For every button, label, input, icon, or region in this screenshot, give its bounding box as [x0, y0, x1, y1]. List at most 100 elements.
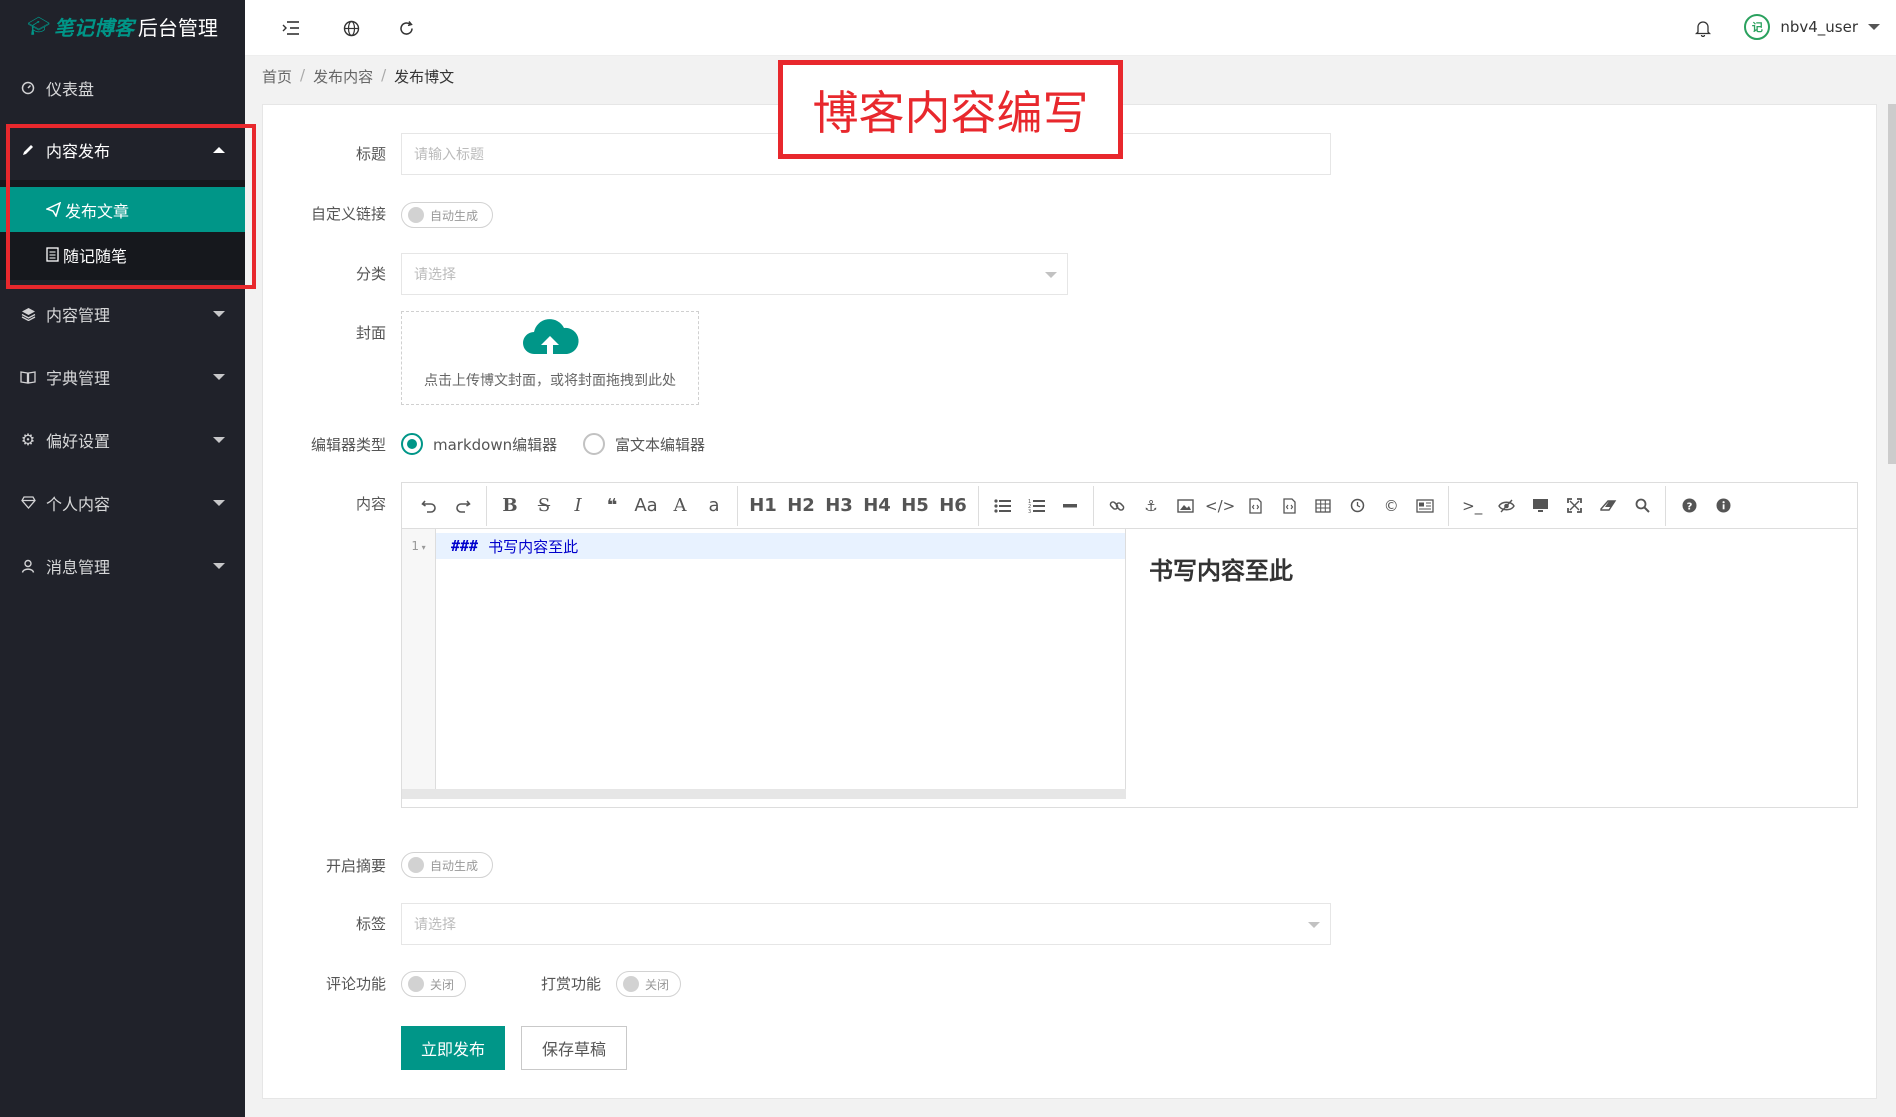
- radio-dot: [583, 433, 605, 455]
- h6-button[interactable]: H6: [934, 491, 972, 521]
- sidebar-item-publish[interactable]: 内容发布: [0, 118, 245, 181]
- eraser-icon[interactable]: [1591, 491, 1625, 521]
- bell-icon[interactable]: [1689, 14, 1717, 42]
- radio-label: markdown编辑器: [433, 435, 558, 454]
- unordered-list-icon[interactable]: [985, 491, 1019, 521]
- strikethrough-icon[interactable]: S: [527, 491, 561, 521]
- cloud-upload-icon: [520, 316, 580, 360]
- horizontal-rule-icon[interactable]: [1053, 491, 1087, 521]
- breadcrumb-separator: /: [381, 66, 387, 84]
- sidebar-subitem-publish-article[interactable]: 发布文章: [0, 187, 245, 232]
- tags-select[interactable]: 请选择: [401, 903, 1331, 945]
- category-select[interactable]: 请选择: [401, 253, 1068, 295]
- horizontal-scrollbar[interactable]: [402, 789, 1126, 799]
- breadcrumb-home[interactable]: 首页: [262, 66, 292, 87]
- fullscreen-icon[interactable]: [1557, 491, 1591, 521]
- summary-switch[interactable]: 自动生成: [401, 852, 493, 878]
- h1-button[interactable]: H1: [744, 491, 782, 521]
- sidebar-item-personal[interactable]: 个人内容: [0, 471, 245, 534]
- bold-icon[interactable]: B: [493, 491, 527, 521]
- sidebar-item-preferences[interactable]: ⚙ 偏好设置: [0, 408, 245, 471]
- chevron-down-icon: [213, 310, 225, 317]
- publish-button[interactable]: 立即发布: [401, 1026, 505, 1070]
- toolbar-divider: [1665, 485, 1667, 526]
- code-inline-icon[interactable]: </>: [1202, 491, 1238, 521]
- breadcrumb-publish[interactable]: 发布内容: [313, 66, 373, 87]
- chevron-down-icon: [1045, 272, 1057, 278]
- vertical-scrollbar[interactable]: [1888, 104, 1896, 464]
- eye-slash-icon[interactable]: [1489, 491, 1523, 521]
- undo-icon[interactable]: [412, 491, 446, 521]
- logo-brand: 笔记博客: [53, 15, 134, 40]
- reward-switch[interactable]: 关闭: [616, 971, 681, 997]
- comment-switch[interactable]: 关闭: [401, 971, 466, 997]
- chevron-down-icon: [1868, 24, 1880, 30]
- copyright-icon[interactable]: ©: [1374, 491, 1408, 521]
- uppercase-icon[interactable]: Aa: [629, 491, 663, 521]
- radio-markdown[interactable]: markdown编辑器: [401, 433, 557, 455]
- menu-fold-icon[interactable]: [277, 14, 305, 42]
- terminal-icon[interactable]: >_: [1455, 491, 1489, 521]
- save-draft-button[interactable]: 保存草稿: [521, 1026, 627, 1070]
- refresh-icon[interactable]: [392, 14, 420, 42]
- chevron-down-icon: [213, 373, 225, 380]
- h5-button[interactable]: H5: [896, 491, 934, 521]
- logo-suffix: 后台管理: [137, 15, 218, 40]
- tags-placeholder: 请选择: [414, 917, 456, 933]
- sidebar-submenu: 发布文章 随记随笔: [0, 180, 245, 280]
- reward-label: 打赏功能: [540, 975, 601, 993]
- capitalize-icon[interactable]: A: [663, 491, 697, 521]
- h4-button[interactable]: H4: [858, 491, 896, 521]
- table-icon[interactable]: [1306, 491, 1340, 521]
- code-block-icon[interactable]: [1238, 491, 1272, 521]
- desktop-preview-icon[interactable]: [1523, 491, 1557, 521]
- tags-label: 标签: [355, 915, 386, 933]
- link-icon[interactable]: [1100, 491, 1134, 521]
- document-icon: [46, 247, 59, 262]
- clock-icon[interactable]: [1340, 491, 1374, 521]
- code-text: 书写内容至此: [488, 537, 579, 556]
- category-placeholder: 请选择: [414, 267, 456, 283]
- svg-text:?: ?: [1686, 501, 1692, 512]
- search-icon[interactable]: [1625, 491, 1659, 521]
- user-menu[interactable]: 记 nbv4_user: [1744, 14, 1880, 40]
- info-icon[interactable]: [1706, 491, 1740, 521]
- switch-knob: [623, 976, 639, 992]
- chevron-down-icon: [213, 562, 225, 569]
- redo-icon[interactable]: [446, 491, 480, 521]
- ordered-list-icon[interactable]: 123: [1019, 491, 1053, 521]
- chevron-down-icon: [213, 436, 225, 443]
- switch-knob: [408, 207, 424, 223]
- html-entities-icon[interactable]: [1408, 491, 1442, 521]
- lowercase-icon[interactable]: a: [697, 491, 731, 521]
- layers-icon: [20, 306, 36, 322]
- italic-icon[interactable]: I: [561, 491, 595, 521]
- radio-richtext[interactable]: 富文本编辑器: [583, 433, 705, 455]
- custom-link-switch[interactable]: 自动生成: [401, 202, 493, 228]
- sidebar-subitem-notes[interactable]: 随记随笔: [0, 232, 245, 277]
- h3-button[interactable]: H3: [820, 491, 858, 521]
- h2-button[interactable]: H2: [782, 491, 820, 521]
- sidebar-item-dashboard[interactable]: 仪表盘: [0, 56, 245, 119]
- editor-preview-pane: 书写内容至此: [1127, 529, 1857, 807]
- username: nbv4_user: [1780, 18, 1858, 36]
- gear-icon: ⚙: [20, 430, 36, 449]
- cover-upload-area[interactable]: 点击上传博文封面，或将封面拖拽到此处: [401, 311, 699, 405]
- switch-text: 自动生成: [430, 208, 479, 223]
- sidebar-item-messages[interactable]: 消息管理: [0, 534, 245, 597]
- comment-label: 评论功能: [325, 975, 386, 993]
- sidebar-item-label: 个人内容: [46, 494, 111, 514]
- quote-icon[interactable]: ❝: [595, 491, 629, 521]
- code-line[interactable]: ### 书写内容至此: [436, 533, 1125, 559]
- help-icon[interactable]: ?: [1672, 491, 1706, 521]
- preformatted-icon[interactable]: [1272, 491, 1306, 521]
- image-icon[interactable]: [1168, 491, 1202, 521]
- editor-code-pane[interactable]: 1 ▾ ### 书写内容至此: [402, 529, 1126, 799]
- sidebar-item-label: 内容管理: [46, 305, 111, 325]
- toolbar-divider: [737, 485, 738, 526]
- logo[interactable]: 🎓︎ 笔记博客 后台管理: [0, 0, 245, 52]
- sidebar-item-dictionary[interactable]: 字典管理: [0, 345, 245, 408]
- anchor-icon[interactable]: ⚓: [1134, 491, 1168, 521]
- sidebar-item-content-manage[interactable]: 内容管理: [0, 282, 245, 345]
- globe-icon[interactable]: [337, 14, 365, 42]
